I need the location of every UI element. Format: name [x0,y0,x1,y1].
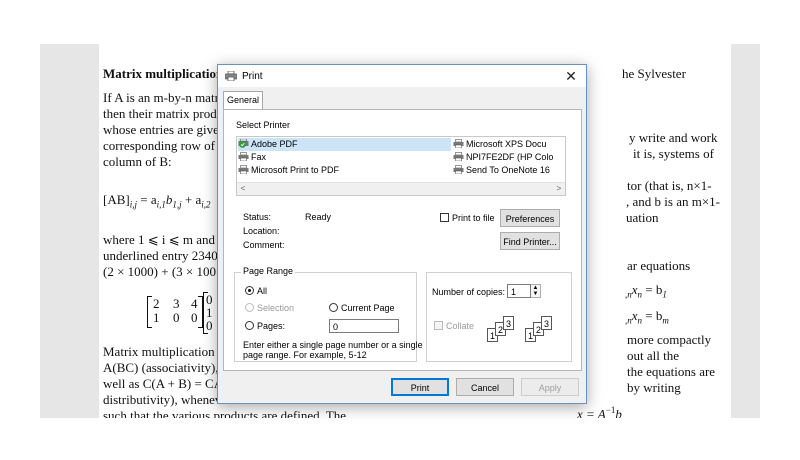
doc-heading: Matrix multiplication [103,66,224,81]
selection-radio[interactable] [245,303,254,312]
select-printer-label: Select Printer [236,120,291,130]
doc-text: , and b is an m×1- [626,194,720,209]
print-to-file-label: Print to file [452,213,495,223]
printer-item-xps[interactable]: Microsoft XPS Docu [453,138,563,151]
status-label: Status: [243,212,272,222]
printer-default-icon [238,139,249,148]
doc-text: it is, systems of [633,146,714,161]
doc-text: he Sylvester [622,66,686,81]
equation-1: ,nxn = b1 [625,282,667,300]
doc-text: y write and work [629,130,718,145]
location-label: Location: [243,226,280,236]
doc-text: ar equations [627,258,691,273]
printer-item-onenote[interactable]: Send To OneNote 16 [453,164,563,177]
doc-text: where 1 ⩽ i ⩽ m and [103,232,216,247]
print-to-file-checkbox[interactable] [440,213,449,222]
printer-icon [453,165,464,174]
printer-item-hp[interactable]: NPI7FE2DF (HP Colo [453,151,563,164]
doc-text: such that the various products are defin… [103,408,347,418]
cancel-button[interactable]: Cancel [456,378,514,396]
doc-text: whose entries are give [103,122,219,137]
printer-item-fax[interactable]: Fax [238,151,451,164]
printer-list-scrollbar[interactable]: < > [237,182,565,195]
matrix-example: 2 3 4 1 0 0 0 1 0 [147,292,217,334]
page-range-hint-1: Enter either a single page number or a s… [243,340,423,350]
printer-item-adobe-pdf[interactable]: Adobe PDF [238,138,451,151]
solution-formula: x = A−1b [577,405,622,418]
doc-text: then their matrix produ [103,106,224,121]
printer-icon [238,165,249,174]
doc-text: (2 × 1000) + (3 × 100 [103,264,216,279]
pages-radio[interactable] [245,321,254,330]
page-range-label: Page Range [241,266,296,276]
doc-text: A(BC) (associativity), [103,360,219,375]
doc-text: well as C(A + B) = CA [103,376,224,391]
copies-label: Number of copies: [432,287,506,297]
apply-button[interactable]: Apply [521,378,579,396]
selection-label: Selection [257,303,295,313]
page-range-hint-2: page range. For example, 5-12 [243,350,367,360]
pages-label: Pages: [257,321,286,331]
scroll-left-icon[interactable]: < [237,183,249,195]
printer-icon [225,71,237,81]
doc-text: the equations are [627,364,716,379]
current-page-radio[interactable] [329,303,338,312]
doc-text: uation [626,210,659,225]
find-printer-button[interactable]: Find Printer... [500,232,560,250]
print-dialog: Print ✕ General Select Printer Adobe PDF… [217,64,587,404]
printer-item-ms-pdf[interactable]: Microsoft Print to PDF [238,164,451,177]
collate-label: Collate [446,321,475,331]
doc-text: corresponding row of . [103,138,222,153]
doc-text: more compactly [627,332,712,347]
all-radio[interactable] [245,286,254,295]
doc-text: If A is an m-by-n matr [103,90,219,105]
copies-spinner[interactable]: ▲ ▼ [531,284,541,298]
print-button[interactable]: Print [391,378,449,396]
printer-icon [453,152,464,161]
tab-general[interactable]: General [223,91,263,110]
doc-text: underlined entry 2340 [103,248,218,263]
collate-checkbox[interactable] [434,321,443,330]
doc-text: Matrix multiplication s [103,344,223,359]
general-panel: Select Printer Adobe PDF Fax Microsoft P… [223,109,582,371]
comment-label: Comment: [243,240,285,250]
printer-icon [453,139,464,148]
printer-list[interactable]: Adobe PDF Fax Microsoft Print to PDF Mic… [236,136,566,196]
preferences-button[interactable]: Preferences [500,209,560,227]
doc-text: by writing [627,380,681,395]
pages-input[interactable]: 0 [329,319,399,333]
all-label: All [257,286,268,296]
copies-input[interactable]: 1 [507,284,531,298]
close-button[interactable]: ✕ [556,65,586,87]
status-value: Ready [305,212,332,222]
printer-icon [238,152,249,161]
doc-text: column of B: [103,154,172,169]
dialog-titlebar[interactable]: Print ✕ [218,65,586,87]
doc-text: out all the [627,348,679,363]
scroll-right-icon[interactable]: > [553,183,565,195]
equation-2: ,nxn = bm [625,308,669,326]
doc-text: distributivity), whenev [103,392,222,407]
formula-product: [AB]i,j = ai,1b1,j + ai,2 [103,192,211,210]
doc-text: tor (that is, n×1- [627,178,712,193]
dialog-title: Print [242,71,263,82]
current-page-label: Current Page [341,303,395,313]
